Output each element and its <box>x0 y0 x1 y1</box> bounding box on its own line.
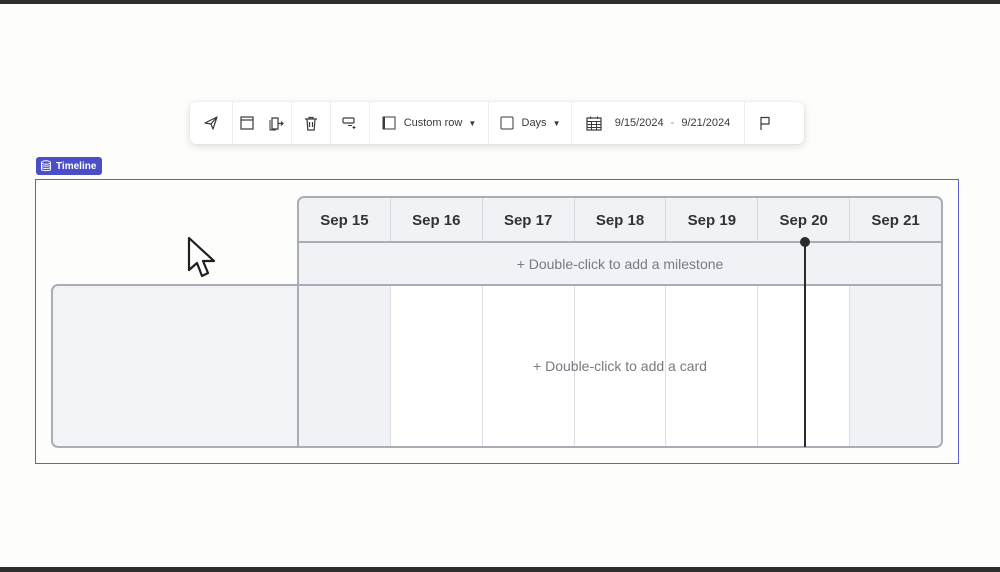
today-marker-dot <box>800 237 810 247</box>
timeline-badge-label: Timeline <box>56 160 97 172</box>
timeline-toolbar: Custom row ▼ Days ▼ 9/15/2024 - 9/21/202… <box>190 102 804 144</box>
day-header-cell: Sep 21 <box>849 198 941 242</box>
calendar-icon <box>586 116 602 131</box>
row-type-label: Custom row <box>403 117 463 129</box>
chevron-down-icon: ▼ <box>552 118 561 128</box>
frame-icon[interactable] <box>233 102 261 144</box>
milestone-row[interactable]: + Double-click to add a milestone <box>297 241 943 285</box>
pointer-cursor-icon <box>186 236 220 291</box>
day-column[interactable] <box>389 286 482 446</box>
day-header-cell: Sep 16 <box>389 198 482 242</box>
timeline-day-header: Sep 15 Sep 16 Sep 17 Sep 18 Sep 19 Sep 2… <box>297 196 943 242</box>
today-marker-line <box>804 241 806 447</box>
day-column[interactable] <box>665 286 758 446</box>
date-separator: - <box>670 117 675 129</box>
top-frame-border <box>0 0 1000 4</box>
row-add-icon[interactable] <box>331 102 369 144</box>
bottom-frame-border <box>0 567 1000 572</box>
day-header-cell: Sep 15 <box>320 211 369 229</box>
flag-icon[interactable] <box>745 102 785 144</box>
zoom-label: Days <box>521 117 547 129</box>
send-icon[interactable] <box>190 102 232 144</box>
date-start: 9/15/2024 <box>614 117 664 129</box>
date-range-picker[interactable]: 9/15/2024 - 9/21/2024 <box>572 102 744 144</box>
date-end: 9/21/2024 <box>681 117 731 129</box>
row-label-cell[interactable] <box>51 284 299 448</box>
day-header-cell: Sep 20 <box>757 198 849 242</box>
day-column[interactable] <box>299 286 390 446</box>
export-icon[interactable] <box>261 102 291 144</box>
milestone-hint: + Double-click to add a milestone <box>516 256 724 272</box>
day-header-cell: Sep 18 <box>573 198 666 242</box>
zoom-dropdown[interactable]: Days ▼ <box>489 102 571 144</box>
day-column[interactable] <box>849 286 941 446</box>
day-column[interactable] <box>573 286 666 446</box>
day-header-cell: Sep 19 <box>665 198 757 242</box>
day-column[interactable] <box>481 286 574 446</box>
timeline-badge[interactable]: Timeline <box>36 157 103 175</box>
row-type-icon <box>382 116 396 130</box>
zoom-icon <box>500 116 514 130</box>
row-type-dropdown[interactable]: Custom row ▼ <box>370 102 488 144</box>
chevron-down-icon: ▼ <box>468 118 477 128</box>
database-icon <box>41 160 51 172</box>
card-area[interactable] <box>297 284 943 448</box>
day-header-cell: Sep 17 <box>481 198 574 242</box>
trash-icon[interactable] <box>292 102 330 144</box>
